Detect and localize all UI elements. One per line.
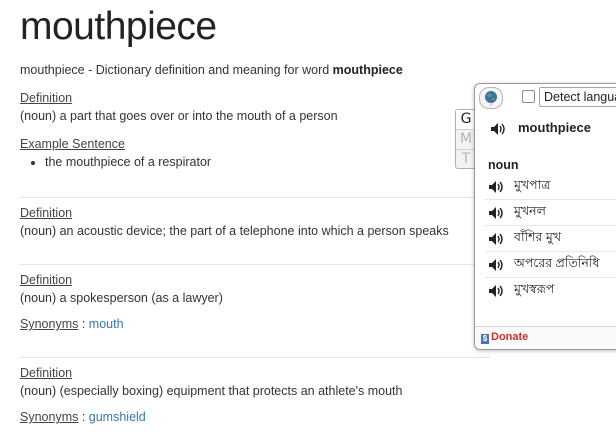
synonyms-row: Synonyms : gumshield: [20, 409, 480, 425]
gmt-tab-strip: G M T: [455, 109, 476, 169]
dollar-icon: $: [481, 334, 489, 344]
synonyms-row: Synonyms : mouth: [20, 316, 480, 332]
speaker-icon[interactable]: [488, 258, 506, 272]
example-item: the mouthpiece of a respirator: [45, 154, 480, 170]
translation-row: অপরের প্রতিনিধি: [485, 252, 616, 278]
speaker-icon[interactable]: [488, 232, 506, 246]
definition-label[interactable]: Definition: [20, 90, 480, 106]
translator-popup: Detect language mouthpiece noun মুখপাত্র: [474, 83, 616, 350]
synonyms-separator: :: [78, 317, 89, 331]
synonyms-separator: :: [78, 410, 89, 424]
definition-entry-3: Definition (noun) a spokesperson (as a l…: [20, 272, 480, 332]
translation-row: মুখস্বরূপ: [485, 278, 616, 303]
translation-text: বাঁশির মুখ: [514, 229, 562, 244]
definition-entry-2: Definition (noun) an acoustic device; th…: [20, 205, 480, 239]
popup-source-word: mouthpiece: [487, 120, 591, 136]
translation-row: মুখপাত্র: [485, 174, 616, 200]
definition-label[interactable]: Definition: [20, 272, 480, 288]
definition-entry-1: Definition (noun) a part that goes over …: [20, 90, 480, 170]
definition-text: (noun) a spokesperson (as a lawyer): [20, 291, 223, 305]
definition-text: (noun) (especially boxing) equipment tha…: [20, 384, 403, 398]
example-list: the mouthpiece of a respirator: [20, 154, 480, 170]
speaker-icon[interactable]: [488, 180, 506, 194]
divider: [20, 264, 490, 265]
translation-row: মুখনল: [485, 200, 616, 226]
speaker-icon[interactable]: [488, 284, 506, 298]
gmt-tab-g[interactable]: G: [456, 110, 476, 130]
synonym-link[interactable]: gumshield: [89, 410, 146, 424]
definition-label[interactable]: Definition: [20, 205, 480, 221]
synonyms-label[interactable]: Synonyms: [20, 410, 78, 424]
gmt-tab-m[interactable]: M: [456, 130, 476, 150]
donate-link[interactable]: $ Donate: [481, 331, 528, 344]
detect-language-checkbox[interactable]: [522, 90, 535, 103]
popup-header: Detect language: [475, 84, 616, 110]
translation-row: বাঁশির মুখ: [485, 226, 616, 252]
speaker-icon[interactable]: [488, 206, 506, 220]
detect-language-select[interactable]: Detect language: [539, 87, 616, 107]
synonym-link[interactable]: mouth: [89, 317, 124, 331]
divider: [20, 357, 490, 358]
example-sentence-label[interactable]: Example Sentence: [20, 136, 480, 152]
divider: [20, 197, 490, 198]
definition-label[interactable]: Definition: [20, 365, 480, 381]
translation-text: মুখনল: [514, 203, 546, 218]
translation-text: মুখপাত্র: [514, 177, 551, 192]
page-title: mouthpiece: [20, 5, 217, 48]
donate-label: Donate: [491, 331, 529, 343]
intro-text: mouthpiece - Dictionary definition and m…: [20, 63, 333, 77]
part-of-speech-label: noun: [488, 158, 519, 172]
translation-text: অপরের প্রতিনিধি: [514, 255, 600, 270]
intro-word: mouthpiece: [332, 63, 403, 77]
popup-word-text: mouthpiece: [518, 120, 591, 135]
popup-footer: $ Donate: [475, 326, 616, 349]
translation-list: মুখপাত্র মুখনল বাঁশির মুখ অপরের প্রতিনিধ…: [485, 174, 616, 303]
gmt-tab-t[interactable]: T: [456, 150, 476, 169]
speaker-icon[interactable]: [490, 122, 508, 136]
translation-text: মুখস্বরূপ: [514, 281, 555, 296]
intro-line: mouthpiece - Dictionary definition and m…: [20, 62, 403, 78]
definition-entry-4: Definition (noun) (especially boxing) eq…: [20, 365, 480, 425]
synonyms-label[interactable]: Synonyms: [20, 317, 78, 331]
dictionary-page: mouthpiece mouthpiece - Dictionary defin…: [0, 0, 616, 443]
definition-text: (noun) a part that goes over or into the…: [20, 109, 338, 123]
globe-icon[interactable]: [479, 87, 503, 109]
definition-text: (noun) an acoustic device; the part of a…: [20, 224, 449, 238]
